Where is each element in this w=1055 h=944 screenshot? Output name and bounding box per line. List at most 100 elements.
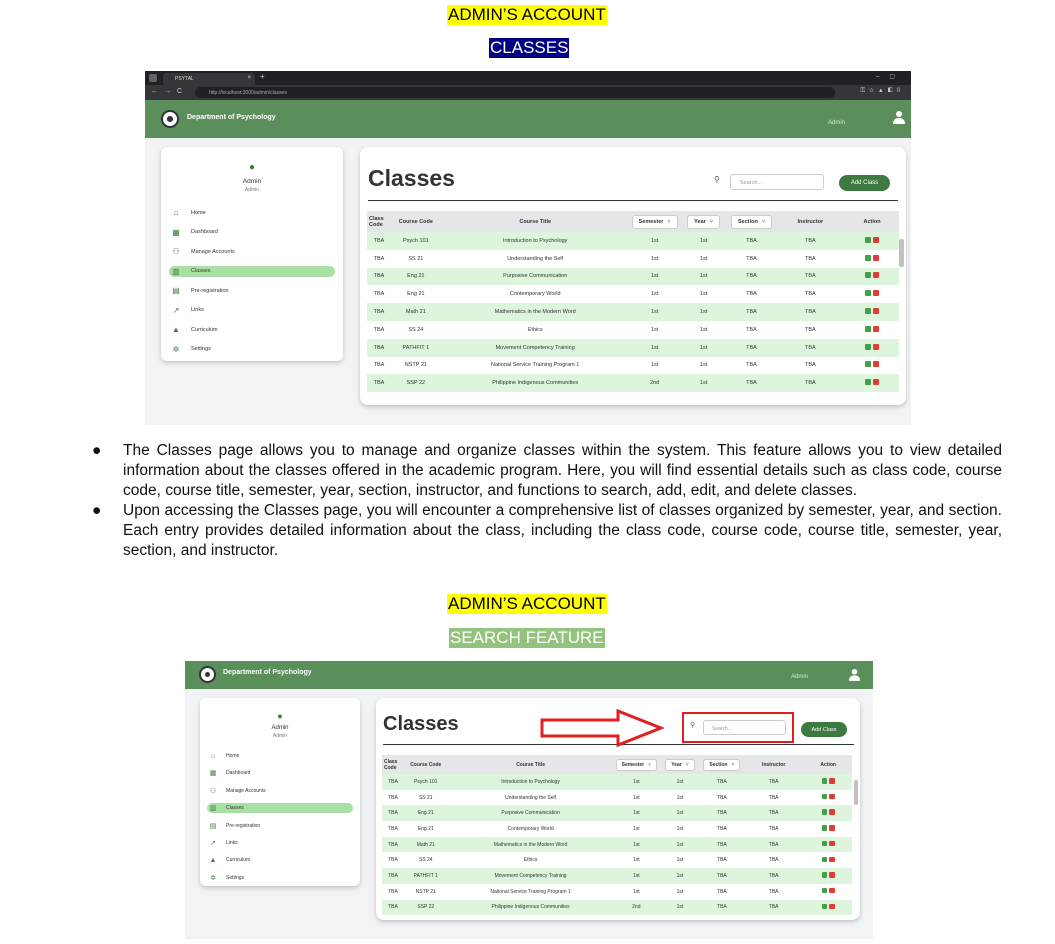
- delete-icon[interactable]: [829, 856, 835, 863]
- table-row[interactable]: TBA Eng 21 Contemporary World 1st 1st TBA TBA: [367, 285, 899, 303]
- delete-icon[interactable]: [873, 308, 880, 315]
- add-class-button[interactable]: Add Class: [801, 722, 847, 737]
- column-header-section[interactable]: Section ˅: [727, 211, 776, 232]
- table-row[interactable]: TBA SS 21 Understanding the Self 1st 1st TBA T…: [382, 790, 852, 806]
- search-input[interactable]: Search...: [703, 720, 786, 735]
- edit-icon[interactable]: [865, 290, 872, 297]
- semester-filter[interactable]: Semester ˅: [615, 758, 658, 771]
- sidebar-item-pre-registration[interactable]: ▤ Pre-registration: [169, 285, 335, 296]
- window-controls[interactable]: –▢: [876, 73, 905, 80]
- delete-icon[interactable]: [829, 778, 835, 784]
- edit-icon[interactable]: [865, 379, 872, 386]
- edit-icon[interactable]: [865, 343, 872, 350]
- user-icon[interactable]: [893, 110, 905, 129]
- delete-icon[interactable]: [873, 272, 880, 279]
- action-cell: [845, 321, 899, 339]
- table-scrollbar[interactable]: [854, 780, 858, 805]
- add-class-button[interactable]: Add Class: [839, 175, 890, 191]
- address-bar[interactable]: http://localhost:3000/admin/classes: [195, 87, 835, 98]
- browser-nav-icons[interactable]: ←→C: [151, 88, 188, 95]
- sidebar-item-classes[interactable]: ▥ Classes: [207, 803, 353, 814]
- delete-icon[interactable]: [873, 361, 880, 368]
- table-row[interactable]: TBA Eng 21 Purposive Communication 1st 1st TB…: [382, 805, 852, 822]
- delete-icon[interactable]: [829, 887, 835, 894]
- table-row[interactable]: TBA Math 21 Mathematics in the Modern Word…: [367, 303, 899, 321]
- close-tab-icon[interactable]: ×: [247, 75, 251, 81]
- edit-icon[interactable]: [821, 856, 828, 863]
- edit-icon[interactable]: [865, 236, 872, 243]
- delete-icon[interactable]: [873, 236, 880, 243]
- delete-icon[interactable]: [829, 872, 835, 878]
- table-row[interactable]: TBA SSP 22 Philippine Indigenous Communiti…: [382, 899, 852, 916]
- sidebar-item-settings[interactable]: ✲ Settings: [169, 344, 335, 355]
- new-tab-icon[interactable]: +: [260, 72, 265, 81]
- edit-icon[interactable]: [821, 809, 828, 815]
- delete-icon[interactable]: [829, 793, 835, 800]
- edit-icon[interactable]: [821, 793, 828, 800]
- table-row[interactable]: TBA Eng 21 Purposive Communication 1st 1st TB…: [367, 267, 899, 286]
- table-row[interactable]: TBA Eng 21 Contemporary World 1st 1st TBA TBA: [382, 821, 852, 837]
- column-header-year[interactable]: Year ˅: [679, 211, 728, 232]
- table-row[interactable]: TBA SS 21 Understanding the Self 1st 1st TBA T…: [367, 250, 899, 268]
- browser-menu-icon[interactable]: [149, 74, 157, 82]
- edit-icon[interactable]: [865, 254, 872, 261]
- edit-icon[interactable]: [821, 903, 828, 910]
- delete-icon[interactable]: [873, 379, 880, 386]
- delete-icon[interactable]: [873, 290, 880, 297]
- sidebar-item-home[interactable]: ⌂ Home: [207, 751, 353, 761]
- section-filter[interactable]: Section ˅: [703, 758, 741, 771]
- table-row[interactable]: TBA Psych 101 Introduction to Psychology 1s…: [367, 232, 899, 250]
- user-icon[interactable]: [849, 668, 860, 686]
- search-input[interactable]: Search...: [730, 174, 824, 190]
- delete-icon[interactable]: [873, 254, 880, 261]
- table-row[interactable]: TBA Math 21 Mathematics in the Modern Word…: [382, 836, 852, 853]
- edit-icon[interactable]: [865, 272, 872, 279]
- table-scrollbar[interactable]: [899, 239, 904, 267]
- column-header-section[interactable]: Section ˅: [700, 755, 743, 774]
- delete-icon[interactable]: [873, 343, 880, 350]
- sidebar-item-classes[interactable]: ▥ Classes: [169, 265, 335, 277]
- delete-icon[interactable]: [873, 325, 880, 332]
- column-header-year[interactable]: Year ˅: [659, 755, 701, 774]
- delete-icon[interactable]: [829, 840, 835, 847]
- class-code-cell: TBA: [367, 374, 391, 393]
- delete-icon[interactable]: [829, 825, 835, 831]
- edit-icon[interactable]: [865, 361, 872, 368]
- table-row[interactable]: TBA Psych 101 Introduction to Psychology 1s…: [382, 774, 852, 790]
- edit-icon[interactable]: [865, 325, 872, 332]
- edit-icon[interactable]: [821, 887, 828, 894]
- table-row[interactable]: TBA NSTP 21 National Service Training Prog…: [367, 357, 899, 375]
- edit-icon[interactable]: [821, 840, 828, 847]
- column-header-semester[interactable]: Semester ˅: [629, 211, 680, 232]
- sidebar-item-curriculum[interactable]: ▲ Curriculum: [207, 855, 353, 865]
- sidebar-item-curriculum[interactable]: ▲ Curriculum: [169, 324, 335, 335]
- edit-icon[interactable]: [821, 778, 828, 784]
- section-filter[interactable]: Section ˅: [730, 214, 773, 229]
- table-row[interactable]: TBA PATHFIT 1 Movement Competency Training…: [367, 338, 899, 357]
- sidebar-item-links[interactable]: ↗ Links: [207, 838, 353, 848]
- sidebar-item-links[interactable]: ↗ Links: [169, 305, 335, 316]
- edit-icon[interactable]: [821, 872, 828, 878]
- table-row[interactable]: TBA PATHFIT 1 Movement Competency Training…: [382, 868, 852, 884]
- edit-icon[interactable]: [821, 825, 828, 831]
- sidebar-item-dashboard[interactable]: ▦ Dashboard: [169, 227, 335, 238]
- sidebar-item-manage-accounts[interactable]: ⚇ Manage Accounts: [207, 786, 353, 796]
- year-filter[interactable]: Year ˅: [665, 758, 695, 771]
- year-filter[interactable]: Year ˅: [687, 214, 720, 229]
- column-header-semester[interactable]: Semester ˅: [613, 755, 660, 774]
- browser-extension-icons[interactable]: ⚿☆▲◧▯: [860, 88, 905, 95]
- table-row[interactable]: TBA NSTP 21 National Service Training Prog…: [382, 884, 852, 900]
- sidebar-item-dashboard[interactable]: ▦ Dashboard: [207, 768, 353, 778]
- sidebar-item-settings[interactable]: ✲ Settings: [207, 873, 353, 883]
- semester-filter[interactable]: Semester ˅: [631, 214, 678, 229]
- edit-icon[interactable]: [865, 308, 872, 315]
- delete-icon[interactable]: [829, 903, 835, 910]
- table-row[interactable]: TBA SS 24 Ethics 1st 1st TBA TBA: [382, 852, 852, 868]
- browser-tab[interactable]: PSYTAL ×: [163, 73, 255, 85]
- delete-icon[interactable]: [829, 809, 835, 815]
- table-row[interactable]: TBA SSP 22 Philippine Indigenous Communiti…: [367, 374, 899, 393]
- sidebar-item-manage-accounts[interactable]: ⚇ Manage Accounts: [169, 246, 335, 257]
- sidebar-item-pre-registration[interactable]: ▤ Pre-registration: [207, 821, 353, 831]
- table-row[interactable]: TBA SS 24 Ethics 1st 1st TBA TBA: [367, 321, 899, 339]
- sidebar-item-home[interactable]: ⌂ Home: [169, 207, 335, 218]
